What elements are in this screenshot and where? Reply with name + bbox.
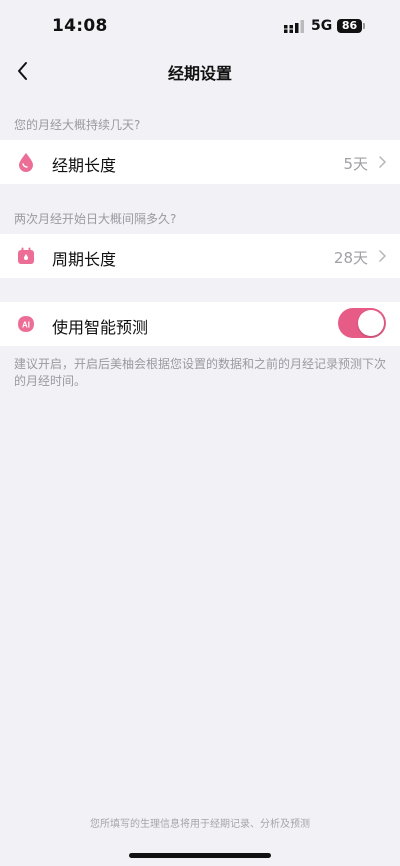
ai-prediction-toggle[interactable] (338, 308, 386, 338)
cycle-hint: 两次月经开始日大概间隔多久? (14, 212, 177, 226)
ai-icon: AI (18, 316, 34, 332)
battery-cap (363, 23, 365, 29)
footer-note: 您所填写的生理信息将用于经期记录、分析及预测 (90, 819, 310, 830)
period-length-value: 5天 (343, 155, 368, 173)
ai-icon-text: AI (22, 321, 30, 330)
calendar-icon (18, 247, 34, 264)
ai-prediction-row: AI 使用智能预测 (0, 302, 400, 346)
period-hint: 您的月经大概持续几天? (14, 118, 141, 132)
page-title: 经期设置 (167, 64, 232, 83)
cycle-length-value: 28天 (333, 249, 368, 267)
period-length-label: 经期长度 (52, 156, 117, 175)
screen: 14:08 5G 86 经期设置 您的月经大概持续几天? 经期长度 5天 两次月… (0, 0, 400, 866)
cycle-length-row[interactable]: 周期长度 28天 (0, 234, 400, 278)
battery-icon: 86 (337, 19, 362, 33)
network-label: 5G (311, 18, 333, 34)
chevron-right-icon (379, 156, 386, 168)
status-bar: 14:08 5G 86 (0, 0, 400, 54)
drop-icon (19, 153, 33, 172)
status-time: 14:08 (52, 16, 108, 36)
home-indicator (129, 853, 271, 858)
ai-description: 建议开启，开启后美柚会根据您设置的数据和之前的月经记录预测下次的月经时间。 (14, 357, 387, 388)
chevron-right-icon (379, 250, 386, 262)
cycle-length-label: 周期长度 (52, 250, 117, 269)
nav-bar: 经期设置 (0, 54, 400, 88)
ai-prediction-label: 使用智能预测 (52, 318, 149, 337)
signal-icon (284, 20, 304, 33)
toggle-knob (358, 310, 384, 336)
period-length-row[interactable]: 经期长度 5天 (0, 140, 400, 184)
